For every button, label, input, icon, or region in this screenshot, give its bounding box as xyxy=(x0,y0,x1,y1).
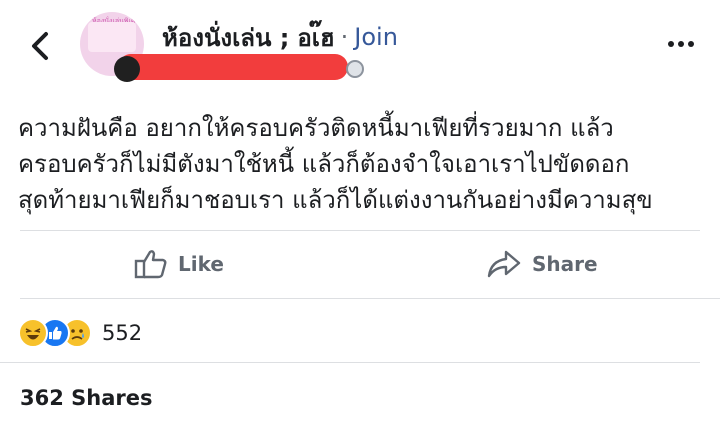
globe-icon xyxy=(346,60,364,78)
redacted-author-name xyxy=(118,54,348,80)
author-name-link[interactable]: อเ๊ฮ xyxy=(297,18,334,57)
reactions-summary[interactable]: 552 xyxy=(18,318,142,348)
share-button[interactable]: Share xyxy=(486,244,598,284)
share-arrow-icon xyxy=(487,250,521,278)
post-body: ความฝันคือ อยากให้ครอบครัวติดหนี้มาเฟียท… xyxy=(18,110,708,218)
more-options-button[interactable] xyxy=(666,34,696,54)
divider xyxy=(20,230,700,231)
post-line: สุดท้ายมาเฟียก็มาชอบเรา แล้วก็ได้แต่งงาน… xyxy=(18,186,653,214)
reaction-count: 552 xyxy=(102,321,143,345)
like-button[interactable]: Like xyxy=(134,244,224,284)
share-label: Share xyxy=(532,252,598,276)
group-name-link[interactable]: ห้องนั่งเล่น ; xyxy=(162,18,289,57)
avatar-picture xyxy=(88,22,136,52)
thumbs-up-icon xyxy=(134,250,167,279)
post-line: ครอบครัวก็ไม่มีตังมาใช้หนี้ แล้วก็ต้องจำ… xyxy=(18,150,630,178)
redaction-mark xyxy=(114,56,140,82)
like-label: Like xyxy=(178,252,224,276)
divider xyxy=(20,298,720,299)
haha-reaction-icon xyxy=(18,318,48,348)
header-separator: · xyxy=(340,23,349,51)
back-button[interactable] xyxy=(26,28,54,64)
post-line: ความฝันคือ อยากให้ครอบครัวติดหนี้มาเฟียท… xyxy=(18,114,614,142)
shares-count[interactable]: 362 Shares xyxy=(20,386,153,410)
more-dots-icon xyxy=(668,41,694,47)
post-header: ห้องนั่งเล่น ; อเ๊ฮ · Join xyxy=(162,20,398,54)
divider xyxy=(0,362,700,363)
join-button[interactable]: Join xyxy=(354,23,398,51)
chevron-left-icon xyxy=(32,32,48,60)
